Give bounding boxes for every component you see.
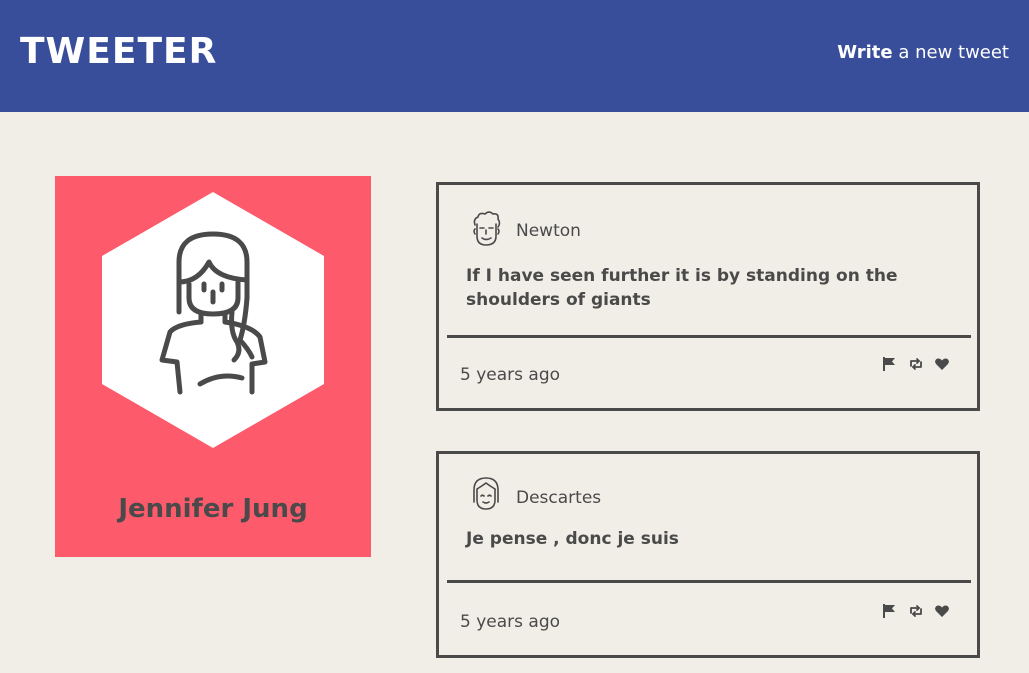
profile-name: Jennifer Jung: [118, 494, 308, 524]
heart-icon[interactable]: [933, 355, 951, 373]
retweet-icon[interactable]: [907, 355, 925, 373]
tweet-card: Newton If I have seen further it is by s…: [436, 182, 980, 411]
compose-bold-label: Write: [837, 42, 893, 63]
tweet-divider: [447, 335, 971, 338]
tweet-author[interactable]: Newton: [516, 220, 581, 242]
curly-hair-man-avatar-icon: [473, 211, 501, 246]
flag-icon[interactable]: [881, 355, 899, 373]
tweet-divider: [447, 580, 971, 583]
woman-avatar-icon: [102, 192, 324, 448]
tweet-actions: [881, 355, 951, 373]
compose-rest-label: a new tweet: [892, 42, 1009, 63]
retweet-icon[interactable]: [907, 602, 925, 620]
brand-logo[interactable]: TWEETER: [20, 30, 217, 74]
heart-icon[interactable]: [933, 602, 951, 620]
tweet-actions: [881, 602, 951, 620]
tweet-card: Descartes Je pense , donc je suis 5 year…: [436, 451, 980, 658]
top-navbar: TWEETER Write a new tweet: [0, 0, 1029, 112]
tweet-author[interactable]: Descartes: [516, 487, 601, 509]
flag-icon[interactable]: [881, 602, 899, 620]
tweet-text: Je pense , donc je suis: [466, 529, 679, 549]
write-new-tweet-link[interactable]: Write a new tweet: [837, 42, 1009, 64]
tweet-text: If I have seen further it is by standing…: [466, 266, 898, 310]
profile-card: Jennifer Jung: [55, 176, 371, 557]
tweet-timestamp: 5 years ago: [460, 612, 561, 632]
bangs-woman-avatar-icon: [473, 477, 499, 510]
tweet-timestamp: 5 years ago: [460, 365, 561, 385]
